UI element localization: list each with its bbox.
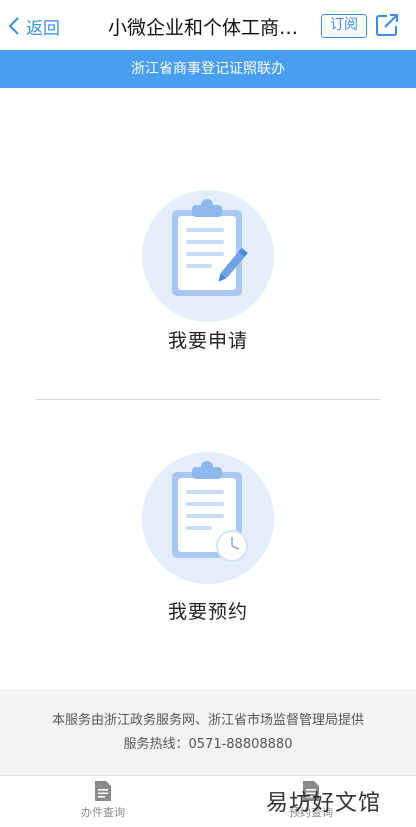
- page-title: 小微企业和个体工商…: [108, 17, 299, 39]
- reservation-card[interactable]: 我要预约: [0, 452, 416, 632]
- back-button[interactable]: 返回: [8, 14, 60, 39]
- tab-label: 办件查询: [81, 806, 125, 819]
- service-banner: 浙江省商事登记证照联办: [0, 50, 416, 88]
- watermark: 易坊好文馆: [266, 791, 382, 816]
- chevron-left-icon: [8, 17, 19, 35]
- hotline-text: 服务热线：0571-88808880: [123, 737, 293, 752]
- clipboard-pencil-icon: [142, 190, 274, 322]
- apply-label: 我要申请: [167, 330, 248, 352]
- clipboard-clock-icon: [142, 452, 274, 584]
- back-label: 返回: [26, 18, 60, 39]
- tab-case-query[interactable]: 办件查询: [48, 780, 158, 824]
- document-icon: [95, 781, 111, 801]
- reservation-label: 我要预约: [167, 601, 248, 623]
- navigation-bar: 返回 小微企业和个体工商… 订阅: [0, 0, 416, 50]
- share-icon[interactable]: [374, 12, 400, 38]
- subscribe-button[interactable]: 订阅: [321, 14, 367, 38]
- provider-text: 本服务由浙江政务服务网、浙江省市场监督管理局提供: [51, 713, 364, 728]
- apply-card[interactable]: 我要申请: [0, 190, 416, 365]
- divider: [36, 399, 380, 400]
- footer-info: 本服务由浙江政务服务网、浙江省市场监督管理局提供 服务热线：0571-88808…: [0, 689, 416, 775]
